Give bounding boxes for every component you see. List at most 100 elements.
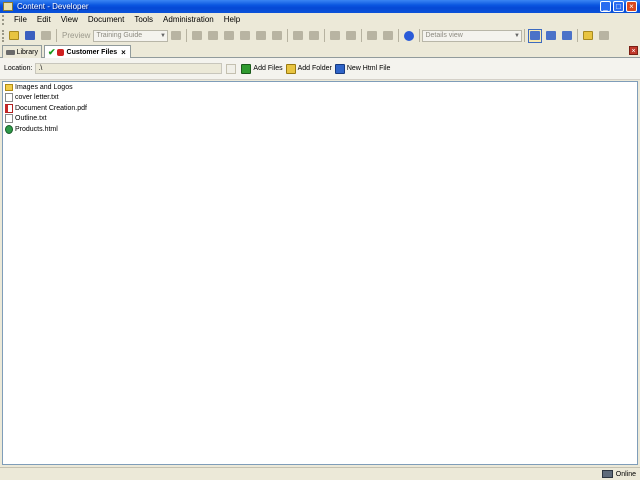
menu-bar: File Edit View Document Tools Administra… [0,13,640,27]
tab-strip: Library ✔ Customer Files × × [0,44,640,59]
collapse-icon [346,31,357,40]
toolbar: Preview Training Guide ▼ Details view ▼ [0,27,640,44]
cut-icon [192,31,203,40]
layout-vertical-button[interactable] [560,29,574,43]
filter-icon [383,31,394,40]
list-item[interactable]: cover letter.txt [3,93,637,104]
link-button[interactable] [270,29,284,43]
filter-button[interactable] [381,29,395,43]
stop-icon [171,31,182,40]
sync-button[interactable] [597,29,611,43]
save-icon [25,31,35,40]
toolbar-separator [398,29,400,42]
menu-tools[interactable]: Tools [129,13,158,27]
menu-document[interactable]: Document [83,13,129,27]
layout-horizontal-icon [546,31,557,40]
status-bar: Online [0,467,640,480]
menu-file[interactable]: File [9,13,32,27]
print-button[interactable] [39,29,53,43]
find-button[interactable] [365,29,379,43]
menu-administration[interactable]: Administration [158,13,219,27]
toolbar-separator [324,29,326,42]
undo-icon [293,31,304,40]
app-icon [3,2,13,11]
html-file-icon [5,124,13,134]
add-folder-icon [285,63,296,74]
window-controls: _ □ × [600,1,637,12]
new-html-file-label: New Html File [346,65,391,72]
expand-button[interactable] [328,29,342,43]
text-file-icon [5,114,13,124]
maximize-button[interactable]: □ [613,1,624,12]
toolbar-separator [577,29,579,42]
file-name: Images and Logos [15,83,73,91]
location-bar: Location: .\ Add Files Add Folder New Ht… [0,58,640,80]
paste-icon [224,31,235,40]
layout-horizontal-button[interactable] [544,29,558,43]
collapse-button[interactable] [344,29,358,43]
preview-button[interactable]: Preview [59,31,93,40]
toolbar-separator [524,29,526,42]
delete-icon [240,31,251,40]
paste-button[interactable] [222,29,236,43]
toolbar-separator [56,29,57,42]
tab-library-label: Library [16,48,38,56]
checkmark-icon: ✔ [48,47,56,57]
delete-button[interactable] [238,29,252,43]
sync-icon [599,31,610,40]
publish-icon [583,31,594,40]
copy-button[interactable] [206,29,220,43]
chevron-down-icon: ▼ [159,32,166,39]
tab-customer-files[interactable]: ✔ Customer Files × [44,45,131,59]
layout-single-button[interactable] [528,28,543,43]
pdf-file-icon [5,103,13,113]
add-folder-button[interactable]: Add Folder [285,63,332,74]
menu-view[interactable]: View [56,13,83,27]
menu-edit[interactable]: Edit [32,13,56,27]
menu-help[interactable]: Help [219,13,245,27]
text-file-icon [5,93,13,103]
file-name: cover letter.txt [15,94,59,102]
list-item[interactable]: Outline.txt [3,114,637,125]
toolbar-separator [361,29,363,42]
redo-icon [309,31,320,40]
publish-button[interactable] [581,29,595,43]
help-button[interactable] [402,29,416,43]
document-icon [56,49,64,56]
window-title: Content - Developer [17,2,89,11]
library-icon [6,49,15,55]
view-select[interactable]: Details view ▼ [422,29,523,42]
location-input[interactable]: .\ [35,63,223,74]
redo-button[interactable] [307,29,321,43]
open-button[interactable] [7,29,21,43]
properties-icon [256,31,267,40]
binoculars-icon [367,31,378,40]
up-folder-icon[interactable] [226,63,237,74]
minimize-button[interactable]: _ [600,1,611,12]
layout-vertical-icon [562,31,573,40]
tab-library[interactable]: Library [2,45,42,58]
list-item[interactable]: Products.html [3,124,637,135]
tab-close-icon[interactable]: × [121,48,126,57]
list-item[interactable]: Images and Logos [3,82,637,93]
file-list: Images and Logos cover letter.txt Docume… [2,81,638,465]
open-folder-icon [9,31,19,40]
panel-close-icon[interactable]: × [629,46,638,55]
guide-select[interactable]: Training Guide ▼ [93,29,169,42]
stop-button[interactable] [169,29,183,43]
network-icon [601,470,613,478]
add-files-button[interactable]: Add Files [241,63,283,74]
new-html-file-button[interactable]: New Html File [334,63,391,74]
file-name: Products.html [15,125,58,133]
add-folder-label: Add Folder [297,65,332,72]
expand-icon [330,31,341,40]
undo-button[interactable] [291,29,305,43]
save-button[interactable] [23,29,37,43]
add-files-label: Add Files [253,65,283,72]
properties-button[interactable] [254,29,268,43]
close-button[interactable]: × [626,1,637,12]
file-name: Document Creation.pdf [15,104,87,112]
new-html-file-icon [334,63,345,74]
cut-button[interactable] [190,29,204,43]
list-item[interactable]: Document Creation.pdf [3,103,637,114]
